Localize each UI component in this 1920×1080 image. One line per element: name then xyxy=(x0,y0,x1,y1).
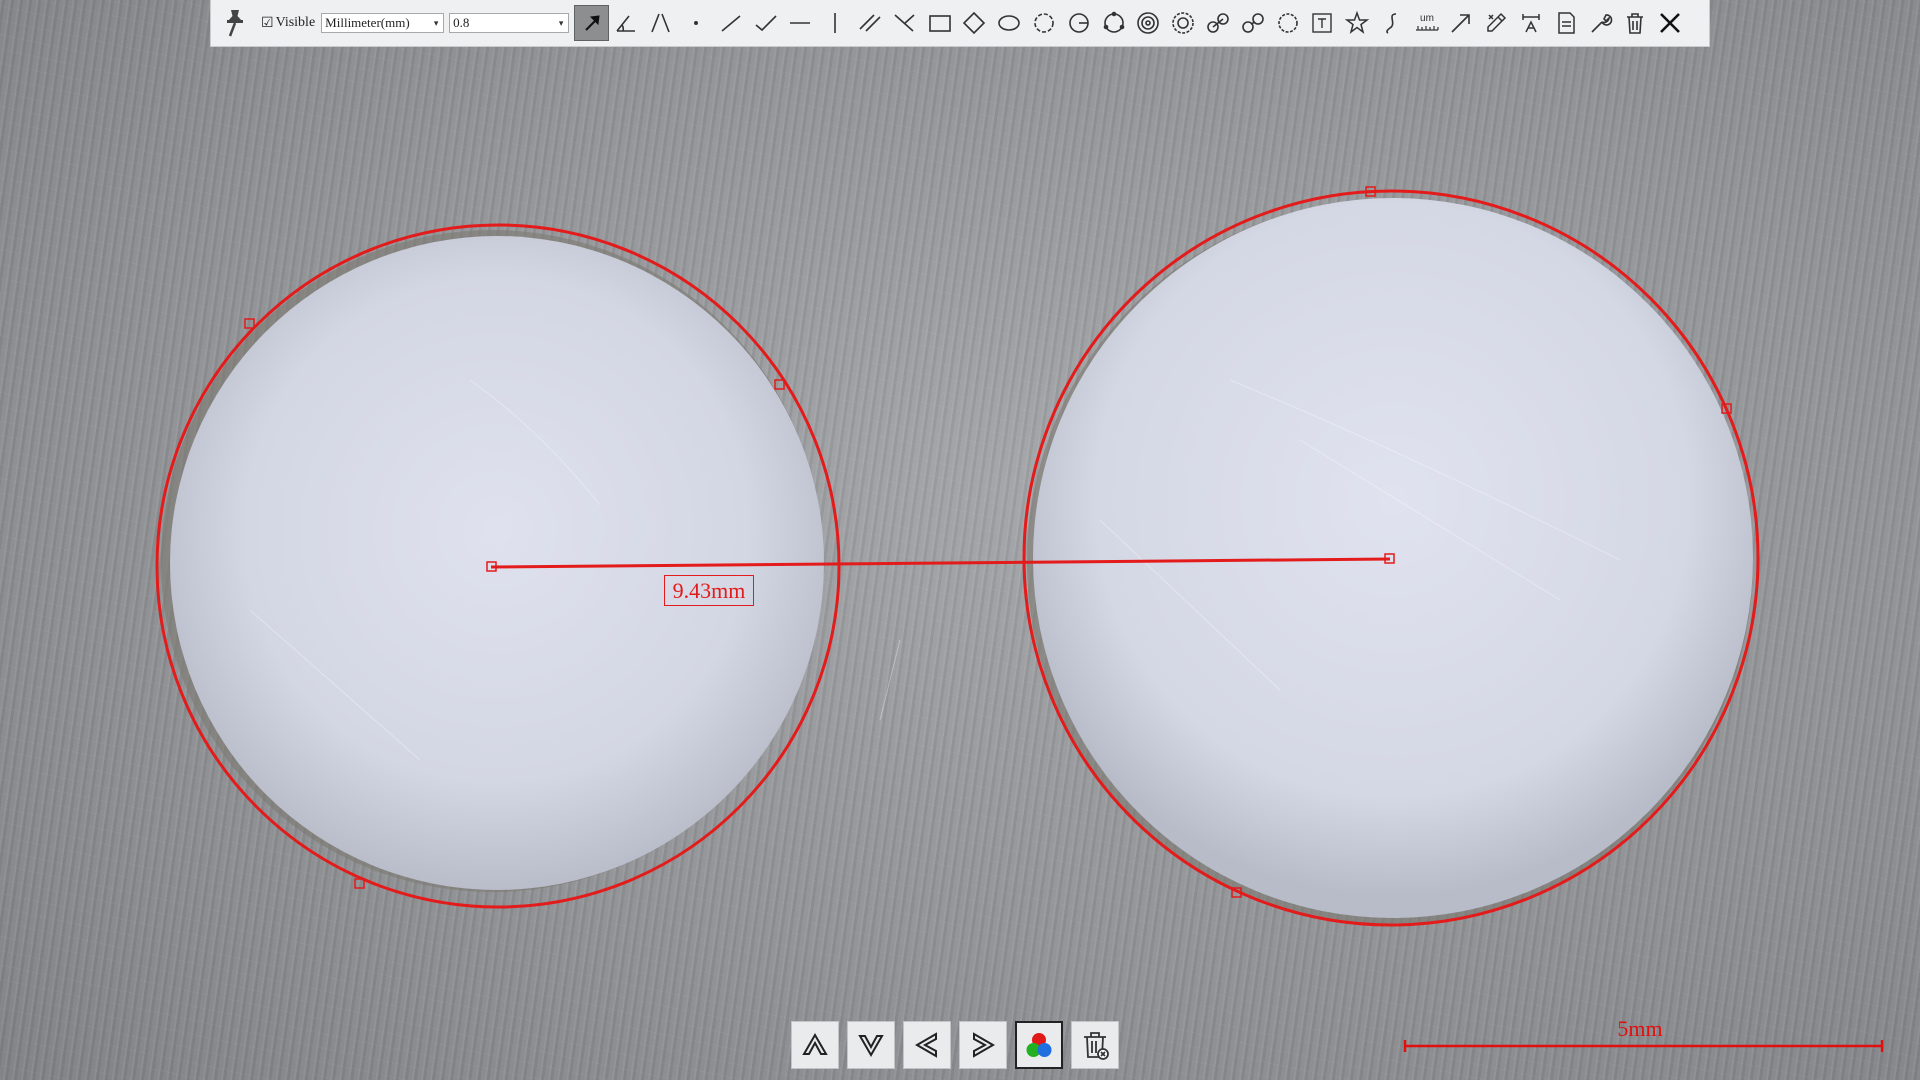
select-arrow-icon[interactable] xyxy=(574,5,609,41)
chevron-down-icon xyxy=(858,1035,884,1057)
handle-left-2 xyxy=(774,379,785,390)
text-icon[interactable] xyxy=(1305,5,1340,41)
tool-buttons: um xyxy=(574,5,1688,41)
scale-bar-label: 5mm xyxy=(1617,1016,1663,1041)
two-lines-angle-icon[interactable] xyxy=(644,5,679,41)
visible-label: Visible xyxy=(275,15,316,30)
ruler-um-label: um xyxy=(1420,13,1434,24)
visible-checkbox-icon[interactable]: ☑ xyxy=(261,15,274,32)
parallel-lines-icon[interactable] xyxy=(853,5,888,41)
color-button[interactable] xyxy=(1015,1021,1063,1069)
close-icon[interactable] xyxy=(1653,5,1688,41)
curve-icon[interactable] xyxy=(1375,5,1410,41)
trash-clear-icon xyxy=(1084,1032,1109,1060)
circle-radius-icon[interactable] xyxy=(1061,5,1096,41)
line-icon[interactable] xyxy=(713,5,748,41)
annotation-toolbar: ☑ Visible Millimeter(mm) ▾ 0.8 ▾ um xyxy=(210,0,1710,47)
diamond-icon[interactable] xyxy=(957,5,992,41)
ellipse-icon[interactable] xyxy=(992,5,1027,41)
visible-toggle[interactable]: ☑ Visible xyxy=(261,15,315,32)
vertical-line-icon[interactable] xyxy=(818,5,853,41)
line-width-select[interactable]: 0.8 ▾ xyxy=(449,13,570,33)
move-down-button[interactable] xyxy=(847,1021,895,1069)
distance-label[interactable]: 9.43mm xyxy=(664,575,754,606)
circle-points-icon[interactable] xyxy=(1027,5,1062,41)
chevron-down-icon: ▾ xyxy=(433,17,439,28)
left-dish-surface xyxy=(170,236,824,890)
horizontal-line-icon[interactable] xyxy=(783,5,818,41)
point-icon[interactable] xyxy=(679,5,714,41)
circle-link-icon[interactable] xyxy=(1235,5,1270,41)
clear-all-button[interactable] xyxy=(1071,1021,1119,1069)
export-icon[interactable] xyxy=(1548,5,1583,41)
arc-icon[interactable] xyxy=(1270,5,1305,41)
chevron-right-icon xyxy=(973,1032,995,1058)
double-circle-icon[interactable] xyxy=(1166,5,1201,41)
unit-select-value: Millimeter(mm) xyxy=(325,15,410,30)
angle-icon[interactable] xyxy=(609,5,644,41)
circle-three-point-icon[interactable] xyxy=(1096,5,1131,41)
circle-distance-icon[interactable] xyxy=(1201,5,1236,41)
concentric-circles-icon[interactable] xyxy=(1131,5,1166,41)
move-right-button[interactable] xyxy=(959,1021,1007,1069)
trash-icon[interactable] xyxy=(1618,5,1653,41)
calibration-icon[interactable] xyxy=(1514,5,1549,41)
wrench-icon[interactable] xyxy=(1583,5,1618,41)
chevron-left-icon xyxy=(915,1032,937,1058)
chevron-down-icon: ▾ xyxy=(558,17,564,28)
arrow-icon[interactable] xyxy=(1444,5,1479,41)
star-icon[interactable] xyxy=(1340,5,1375,41)
rectangle-icon[interactable] xyxy=(922,5,957,41)
move-up-button[interactable] xyxy=(791,1021,839,1069)
eraser-pen-icon[interactable] xyxy=(1479,5,1514,41)
measurement-overlay xyxy=(155,186,1884,1052)
right-dish-surface xyxy=(1033,198,1753,918)
polyline-icon[interactable] xyxy=(748,5,783,41)
handle-left-1 xyxy=(244,318,255,329)
perpendicular-lines-icon[interactable] xyxy=(887,5,922,41)
ruler-um-icon[interactable]: um xyxy=(1409,5,1444,41)
line-width-value: 0.8 xyxy=(453,15,470,30)
chevron-up-icon xyxy=(802,1033,828,1055)
unit-select[interactable]: Millimeter(mm) ▾ xyxy=(321,13,445,33)
rgb-circles-icon xyxy=(1026,1033,1052,1057)
move-left-button[interactable] xyxy=(903,1021,951,1069)
pin-icon[interactable] xyxy=(219,5,251,41)
bottom-navigation xyxy=(791,1021,1119,1069)
